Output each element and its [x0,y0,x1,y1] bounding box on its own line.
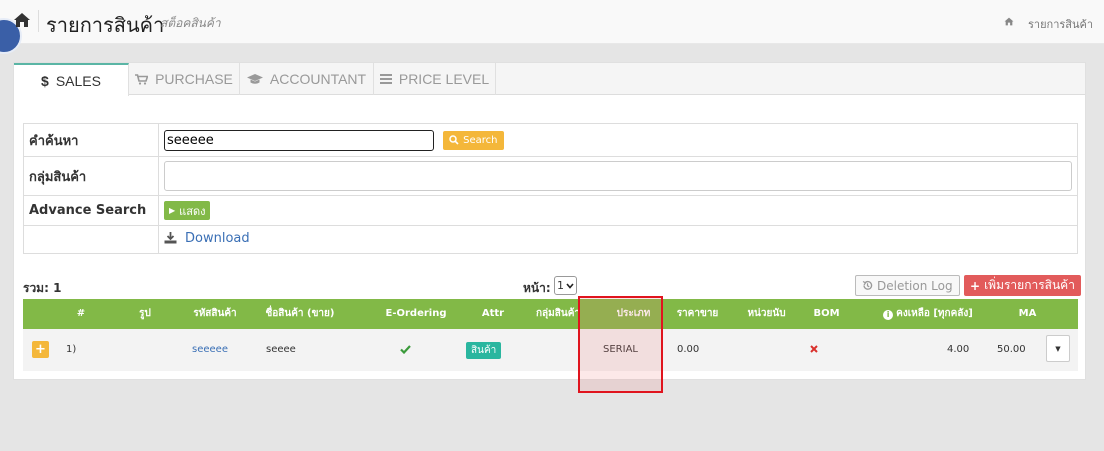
list-icon [379,74,392,84]
page-subtitle: สต็อคสินค้า [160,16,221,30]
caret-right-icon: ▶ [169,206,176,215]
tab-accountant[interactable]: ACCOUNTANT [240,63,374,95]
group-input[interactable] [164,161,1072,191]
row-code[interactable]: seeeee [192,329,228,371]
tab-label: SALES [55,72,101,89]
page-select-value: 1 [557,279,564,292]
tab-label: PURCHASE [155,71,233,87]
plus-icon: + [35,342,46,357]
search-form: คำค้นหา Search กลุ่มสินค้า Advance Searc… [23,123,1078,254]
product-panel: $ SALES PURCHASE ACCOUNTANT PRICE LEVEL … [13,62,1086,380]
tab-purchase[interactable]: PURCHASE [129,63,240,95]
total-count: รวม: 1 [23,281,62,295]
plus-icon: + [970,278,981,293]
history-icon [862,280,873,290]
graduation-cap-icon [246,73,263,85]
attr-badge[interactable]: สินค้า [466,342,502,359]
search-icon [449,135,459,145]
cart-icon [135,73,149,85]
tab-price-level[interactable]: PRICE LEVEL [374,63,496,95]
col-stock-label: คงเหลือ [ทุกคลัง] [896,308,973,319]
col-price[interactable]: ราคาขาย [670,299,725,329]
top-bar: รายการสินค้า สต็อคสินค้า รายการสินค้า [0,0,1104,54]
col-image[interactable]: รูป [130,299,160,329]
tab-sales[interactable]: $ SALES [14,63,129,96]
download-link[interactable]: Download [164,231,250,246]
row-name: seeee [266,344,296,355]
check-icon [400,329,411,371]
col-stock[interactable]: i คงเหลือ [ทุกคลัง] [873,299,983,329]
tab-label: ACCOUNTANT [269,71,367,87]
row-stock: 4.00 [947,344,970,355]
col-type[interactable]: ประเภท [601,299,666,329]
home-icon[interactable] [13,12,31,28]
page-select[interactable]: 1 [554,276,577,295]
tab-label: PRICE LEVEL [398,71,490,87]
title-separator [38,10,39,32]
search-input[interactable] [164,129,434,151]
chevron-down-icon [566,282,574,289]
keyword-label: คำค้นหา [23,123,159,157]
deletion-log-button[interactable]: Deletion Log [855,275,960,296]
row-price: 0.00 [677,344,700,355]
deletion-log-label: Deletion Log [877,278,953,293]
info-icon: i [883,310,894,320]
group-label: กลุ่มสินค้า [23,156,159,196]
table-row[interactable]: + 1) seeeee seeee สินค้า SERIAL 0.00 4.0… [23,329,1078,371]
breadcrumb[interactable]: รายการสินค้า [1028,15,1093,33]
col-group[interactable]: กลุ่มสินค้า [528,299,588,329]
add-product-label: เพิ่มรายการสินค้า [984,278,1075,292]
col-name[interactable]: ชื่อสินค้า (ขาย) [255,299,345,329]
col-attr[interactable]: Attr [473,299,513,329]
col-ma[interactable]: MA [1010,299,1045,329]
advance-search-label: Advance Search [23,195,159,226]
download-icon [164,232,177,244]
search-button-label: Search [463,134,498,146]
show-advance-button[interactable]: ▶ แสดง [164,201,211,220]
row-type: SERIAL [603,344,638,355]
row-index: 1) [66,344,77,355]
col-bom[interactable]: BOM [804,299,849,329]
download-label: Download [185,230,250,246]
show-button-label: แสดง [179,204,206,218]
add-product-button[interactable]: + เพิ่มรายการสินค้า [964,275,1081,296]
page-label: หน้า: [523,281,551,295]
caret-down-icon: ▼ [1055,344,1061,353]
dollar-icon: $ [41,72,49,89]
page-title: รายการสินค้า [46,13,165,37]
breadcrumb-home-icon[interactable] [1004,17,1014,26]
table-header: # รูป รหัสสินค้า ชื่อสินค้า (ขาย) E-Orde… [23,299,1078,329]
row-actions-dropdown[interactable]: ▼ [1046,335,1070,362]
row-ma: 50.00 [997,344,1026,355]
col-code[interactable]: รหัสสินค้า [185,299,245,329]
search-button[interactable]: Search [443,130,504,150]
tab-bar: $ SALES PURCHASE ACCOUNTANT PRICE LEVEL [14,63,1085,96]
close-icon [810,329,818,371]
col-unit[interactable]: หน่วยนับ [739,299,794,329]
col-e-ordering[interactable]: E-Ordering [376,299,456,329]
col-index[interactable]: # [71,299,91,329]
expand-row-button[interactable]: + [32,341,49,358]
